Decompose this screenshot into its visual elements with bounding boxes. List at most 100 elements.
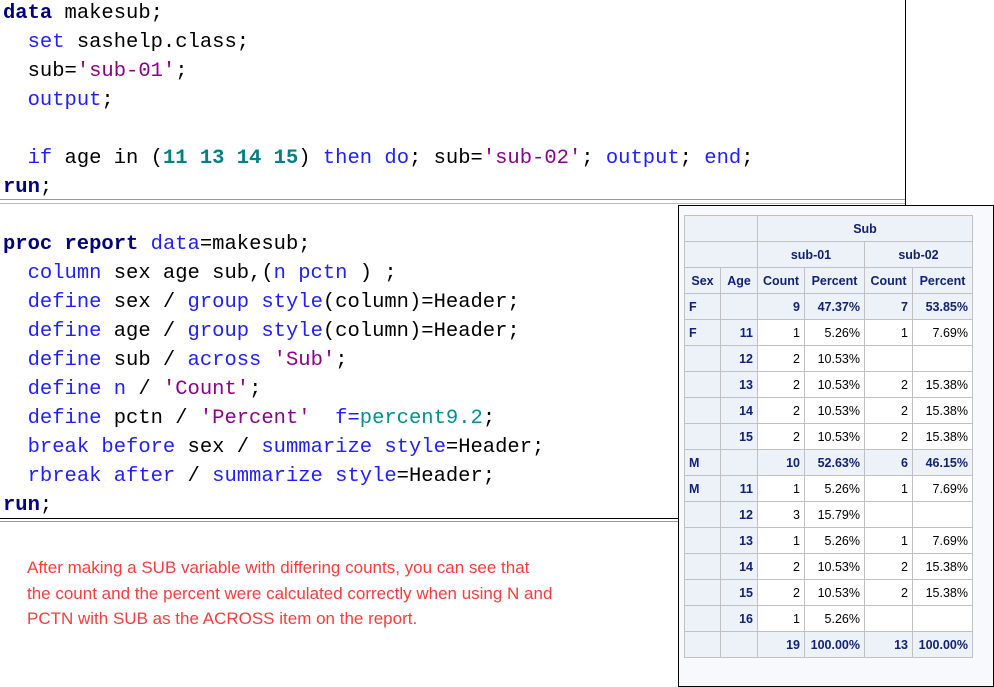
code-token: 'Sub' xyxy=(273,349,336,372)
code-line: rbreak after / summarize style=Header; xyxy=(3,462,544,491)
age-cell: 11 xyxy=(720,475,758,502)
percent-cell: 10.53% xyxy=(804,553,865,580)
code-token: ; xyxy=(101,89,114,112)
count-cell xyxy=(864,605,913,632)
sex-cell: M xyxy=(684,475,721,502)
count-cell: 1 xyxy=(864,319,913,346)
code-token: define xyxy=(27,291,102,314)
code-line: set sashelp.class; xyxy=(3,28,754,57)
count-cell: 13 xyxy=(864,631,913,658)
code-line: column sex age sub,(n pctn ) ; xyxy=(3,259,544,288)
code-token: f= xyxy=(335,407,360,430)
count-cell: 2 xyxy=(757,371,805,398)
table-row: M 11 1 5.26% 1 7.69% xyxy=(684,475,973,502)
code-token: percent9.2 xyxy=(359,407,483,430)
code-token: pctn / xyxy=(101,407,200,430)
age-cell: 13 xyxy=(720,371,758,398)
count-cell: 2 xyxy=(757,579,805,606)
code-line: sub='sub-01'; xyxy=(3,57,754,86)
age-cell: 14 xyxy=(720,397,758,424)
age-cell: 14 xyxy=(720,553,758,580)
percent-cell: 10.53% xyxy=(804,397,865,424)
code-line: run; xyxy=(3,173,754,202)
code-token: =Header; xyxy=(396,465,496,488)
code-token: summarize style xyxy=(212,465,397,488)
code-token: 'sub-01' xyxy=(76,60,176,83)
count-cell: 3 xyxy=(757,501,805,528)
table-row: 14 2 10.53% 2 15.38% xyxy=(684,553,973,580)
code-token: age / xyxy=(101,320,188,343)
code-token: group style xyxy=(187,291,323,314)
percent-cell: 10.53% xyxy=(804,579,865,606)
column-header-percent: Percent xyxy=(912,267,973,294)
percent-cell: 7.69% xyxy=(912,475,973,502)
code-token: run xyxy=(3,176,40,199)
code-token: sex age sub,( xyxy=(101,262,274,285)
code-token: sex / xyxy=(175,436,262,459)
table-row: 16 1 5.26% xyxy=(684,605,973,632)
percent-cell: 46.15% xyxy=(912,449,973,476)
sex-cell xyxy=(684,527,721,554)
percent-cell: 47.37% xyxy=(804,293,865,320)
count-cell: 1 xyxy=(757,605,805,632)
code-line: run; xyxy=(3,491,544,520)
data-step-code: data makesub; set sashelp.class; sub='su… xyxy=(3,0,754,202)
code-token: then xyxy=(322,147,373,170)
code-token: n pctn xyxy=(273,262,348,285)
empty-header xyxy=(684,215,758,242)
percent-cell: 10.53% xyxy=(804,371,865,398)
column-header-count: Count xyxy=(757,267,805,294)
code-token: define xyxy=(27,349,102,372)
note-line: the count and the percent were calculate… xyxy=(27,583,553,603)
code-token: define xyxy=(27,378,102,401)
count-cell: 1 xyxy=(864,475,913,502)
code-token: (column)=Header; xyxy=(322,320,520,343)
across-header: Sub xyxy=(757,215,973,242)
note-line: After making a SUB variable with differi… xyxy=(27,558,530,577)
age-cell: 15 xyxy=(720,423,758,450)
sex-cell xyxy=(684,397,721,424)
code-token: ; xyxy=(482,407,496,430)
age-cell: 11 xyxy=(720,319,758,346)
group-header: sub-01 xyxy=(757,241,865,268)
code-token: sub / xyxy=(101,349,188,372)
code-line: output; xyxy=(3,86,754,115)
column-header-count: Count xyxy=(864,267,913,294)
percent-cell xyxy=(912,501,973,528)
code-token: define xyxy=(27,320,102,343)
code-token: data xyxy=(150,233,200,256)
proc-report-code: proc report data=makesub; column sex age… xyxy=(3,230,544,520)
percent-cell: 15.38% xyxy=(912,423,973,450)
age-cell xyxy=(720,293,758,320)
annotation-note: After making a SUB variable with differi… xyxy=(27,555,552,632)
code-token: run xyxy=(3,494,40,517)
table-row: 13 1 5.26% 1 7.69% xyxy=(684,527,973,554)
code-line: proc report data=makesub; xyxy=(3,230,544,259)
code-token: ; xyxy=(249,378,262,401)
percent-cell: 15.38% xyxy=(912,553,973,580)
age-cell: 16 xyxy=(720,605,758,632)
code-token: n xyxy=(113,378,127,401)
code-token: ; xyxy=(335,349,348,372)
code-token: =Header; xyxy=(445,436,545,459)
code-token: if xyxy=(27,147,53,170)
sex-cell: M xyxy=(684,449,721,476)
count-cell xyxy=(864,501,913,528)
age-cell xyxy=(720,449,758,476)
sex-cell xyxy=(684,605,721,632)
table-row: 12 2 10.53% xyxy=(684,345,973,372)
percent-cell xyxy=(912,605,973,632)
percent-cell: 52.63% xyxy=(804,449,865,476)
code-line: if age in (11 13 14 15) then do; sub='su… xyxy=(3,144,754,173)
age-cell: 13 xyxy=(720,527,758,554)
code-token: sashelp.class; xyxy=(64,31,250,54)
